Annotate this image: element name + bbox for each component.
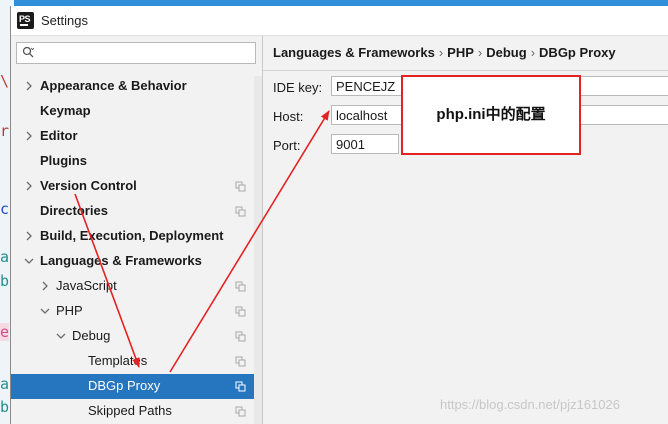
- watermark: https://blog.csdn.net/pjz161026: [440, 397, 620, 412]
- annotation-arrows: [74, 110, 330, 373]
- arrow-to-host-field: [169, 110, 330, 373]
- arrow-to-dbgp-proxy: [74, 193, 140, 368]
